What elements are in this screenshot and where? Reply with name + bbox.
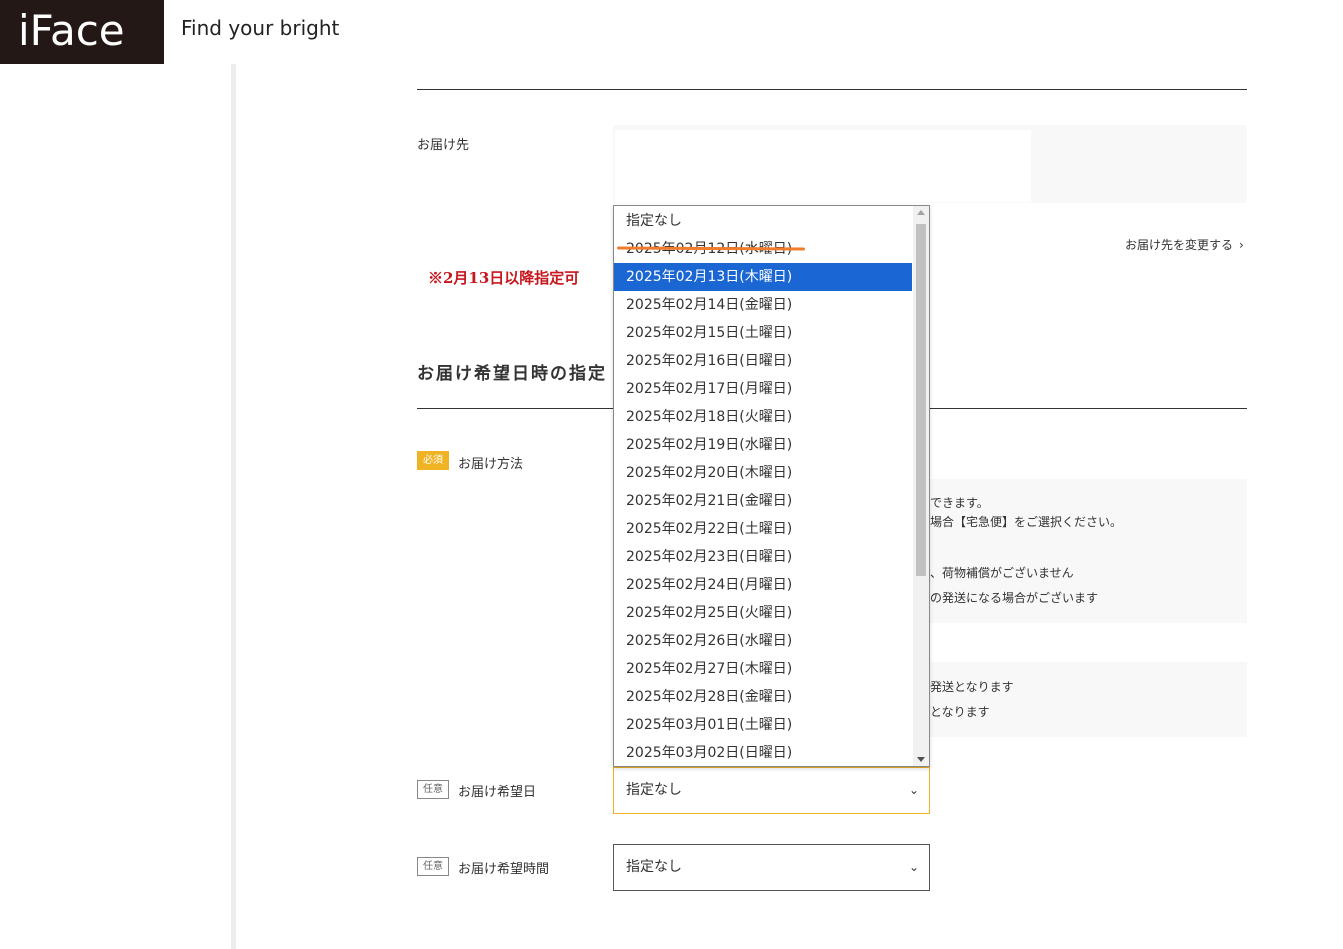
date-option[interactable]: 2025年02月15日(土曜日) — [614, 319, 912, 347]
section-title-delivery: お届け希望日時の指定 — [417, 364, 607, 384]
sidebar-divider — [231, 64, 236, 949]
date-option[interactable]: 2025年02月16日(日曜日) — [614, 347, 912, 375]
chevron-down-icon: ⌄ — [908, 783, 919, 797]
info-text-line: 、荷物補償がございません — [930, 566, 1074, 580]
date-option[interactable]: 指定なし — [614, 207, 912, 235]
chevron-down-icon: ⌄ — [908, 860, 919, 874]
info-text-line: 場合【宅急便】をご選択ください。 — [930, 515, 1123, 529]
chevron-right-icon: › — [1239, 238, 1244, 252]
date-option[interactable]: 2025年02月18日(火曜日) — [614, 403, 912, 431]
change-destination-link[interactable]: お届け先を変更する › — [1125, 236, 1244, 253]
delivery-date-dropdown-list[interactable]: 2025年03月02日(日曜日) 2025年03月01日(土曜日) 2025年02月… — [613, 205, 930, 767]
date-option[interactable]: 2025年02月26日(水曜日) — [614, 627, 912, 655]
date-option[interactable]: 2025年02月27日(木曜日) — [614, 655, 912, 683]
delivery-time-select[interactable]: 指定なし ⌄ — [613, 844, 930, 891]
date-option[interactable]: 2025年02月21日(金曜日) — [614, 487, 912, 515]
info-text-line: の発送になる場合がございます — [930, 591, 1099, 605]
delivery-time-label: お届け希望時間 — [458, 862, 550, 877]
section-divider-top — [417, 89, 1247, 90]
delivery-date-label: お届け希望日 — [458, 785, 537, 800]
delivery-time-value: 指定なし — [626, 859, 682, 875]
date-option[interactable]: 2025年03月01日(土曜日) — [614, 711, 912, 739]
delivery-date-select[interactable]: 指定なし ⌄ — [613, 767, 930, 814]
info-text-line: できます。 — [930, 496, 989, 510]
scrollbar-thumb[interactable] — [916, 224, 926, 576]
date-option[interactable]: 2025年02月20日(木曜日) — [614, 459, 912, 487]
date-option[interactable]: 2025年02月28日(金曜日) — [614, 683, 912, 711]
scroll-down-arrow-icon[interactable] — [917, 757, 925, 762]
date-option[interactable]: 2025年02月25日(火曜日) — [614, 599, 912, 627]
optional-badge: 任意 — [417, 857, 449, 876]
date-option[interactable]: 2025年02月19日(水曜日) — [614, 431, 912, 459]
destination-label: お届け先 — [417, 138, 470, 153]
destination-address-area — [615, 130, 1031, 202]
date-option[interactable]: 2025年02月14日(金曜日) — [614, 291, 912, 319]
date-availability-note: ※2月13日以降指定可 — [428, 269, 580, 287]
date-option[interactable]: 2025年02月17日(月曜日) — [614, 375, 912, 403]
optional-badge: 任意 — [417, 780, 449, 799]
delivery-date-value: 指定なし — [626, 782, 682, 798]
change-destination-label: お届け先を変更する — [1125, 238, 1234, 252]
dropdown-scrollbar[interactable] — [913, 206, 929, 766]
date-option[interactable]: 2025年02月24日(月曜日) — [614, 571, 912, 599]
date-option[interactable]: 2025年02月23日(日曜日) — [614, 543, 912, 571]
brand-tagline: Find your bright — [181, 16, 340, 40]
delivery-method-label: お届け方法 — [458, 457, 524, 472]
required-badge: 必須 — [417, 451, 449, 470]
date-option[interactable]: 2025年02月22日(土曜日) — [614, 515, 912, 543]
info-text-line: 発送となります — [930, 680, 1014, 694]
info-text-line: となります — [930, 705, 990, 719]
date-option[interactable]: 2025年03月02日(日曜日) — [614, 739, 912, 766]
date-option[interactable]: 2025年02月13日(木曜日) — [614, 263, 912, 291]
brand-logo[interactable]: iFace — [0, 0, 164, 64]
scroll-up-arrow-icon[interactable] — [917, 210, 925, 215]
